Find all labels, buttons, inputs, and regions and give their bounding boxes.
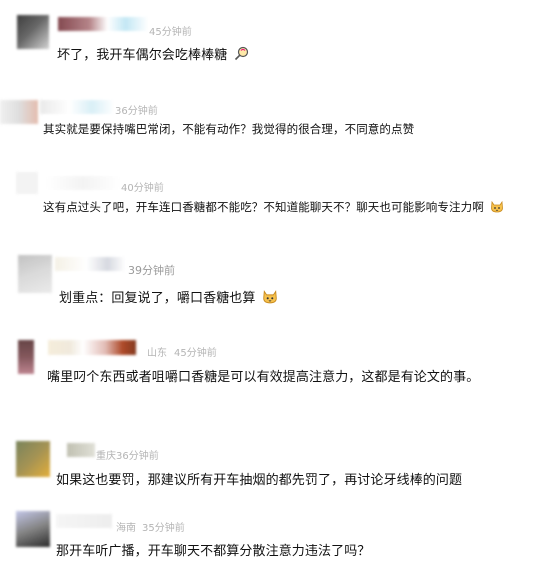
avatar[interactable] (16, 511, 50, 547)
comment-item: 36分钟前 其实就是要保持嘴巴常闭，不能有动作？我觉得的很合理，不同意的点赞 (0, 90, 538, 150)
comment-item: 海南 35分钟前 那开车听广播，开车聊天不都算分散注意力违法了吗？ (0, 506, 538, 575)
username-blurred[interactable] (40, 100, 114, 114)
comment-text: 其实就是要保持嘴巴常闭，不能有动作？我觉得的很合理，不同意的点赞 (43, 122, 415, 136)
comment-text-content: 坏了，我开车偶尔会吃棒棒糖 (57, 48, 228, 63)
comment-time: 35分钟前 (142, 523, 185, 534)
username-blurred[interactable] (56, 514, 112, 528)
comment-time: 45分钟前 (149, 27, 192, 38)
comment-time: 45分钟前 (174, 348, 217, 359)
comment-time: 36分钟前 (116, 451, 159, 462)
comment-location: 重庆 (96, 451, 116, 462)
comment-item: 39分钟前 划重点：回复说了，嚼口香糖也算 (0, 248, 538, 318)
comment-text-content: 划重点：回复说了，嚼口香糖也算 (59, 291, 256, 306)
username-blurred[interactable] (55, 257, 125, 271)
avatar[interactable] (18, 340, 34, 374)
username-blurred[interactable] (58, 17, 148, 31)
comment-text: 划重点：回复说了，嚼口香糖也算 (59, 287, 278, 308)
comment-location: 海南 (116, 523, 136, 534)
avatar[interactable] (0, 100, 38, 124)
lollipop-icon (234, 46, 249, 65)
comment-item: 40分钟前 这有点过头了吧，开车连口香糖都不能吃？不知道能聊天不？聊天也可能影响… (0, 170, 538, 230)
cat-face-icon (262, 288, 278, 308)
comment-location: 山东 (147, 348, 167, 359)
comment-time: 39分钟前 (128, 264, 175, 277)
cat-face-icon (490, 199, 504, 216)
avatar[interactable] (18, 255, 52, 293)
comment-text-content: 这有点过头了吧，开车连口香糖都不能吃？不知道能聊天不？聊天也可能影响专注力啊 (43, 200, 484, 214)
avatar[interactable] (17, 15, 49, 49)
comment-text: 如果这也要罚，那建议所有开车抽烟的都先罚了，再讨论牙线棒的问题 (56, 473, 463, 488)
username-blurred[interactable] (67, 443, 95, 457)
username-blurred[interactable] (48, 340, 136, 355)
comment-text: 这有点过头了吧，开车连口香糖都不能吃？不知道能聊天不？聊天也可能影响专注力啊 (43, 199, 504, 216)
avatar[interactable] (16, 441, 50, 477)
comment-item: 山东 45分钟前 嘴里叼个东西或者咀嚼口香糖是可以有效提高注意力，这都是有论文的… (0, 336, 538, 396)
comment-item: 重庆 36分钟前 如果这也要罚，那建议所有开车抽烟的都先罚了，再讨论牙线棒的问题 (0, 434, 538, 494)
comment-time: 40分钟前 (121, 183, 164, 194)
comment-text: 那开车听广播，开车聊天不都算分散注意力违法了吗？ (56, 544, 371, 559)
comment-time: 36分钟前 (115, 106, 158, 117)
comment-text: 嘴里叼个东西或者咀嚼口香糖是可以有效提高注意力，这都是有论文的事。 (47, 370, 480, 385)
comment-text: 坏了，我开车偶尔会吃棒棒糖 (57, 44, 249, 65)
comment-item: 45分钟前 坏了，我开车偶尔会吃棒棒糖 (0, 0, 538, 75)
avatar[interactable] (16, 172, 38, 194)
username-blurred[interactable] (46, 176, 120, 190)
